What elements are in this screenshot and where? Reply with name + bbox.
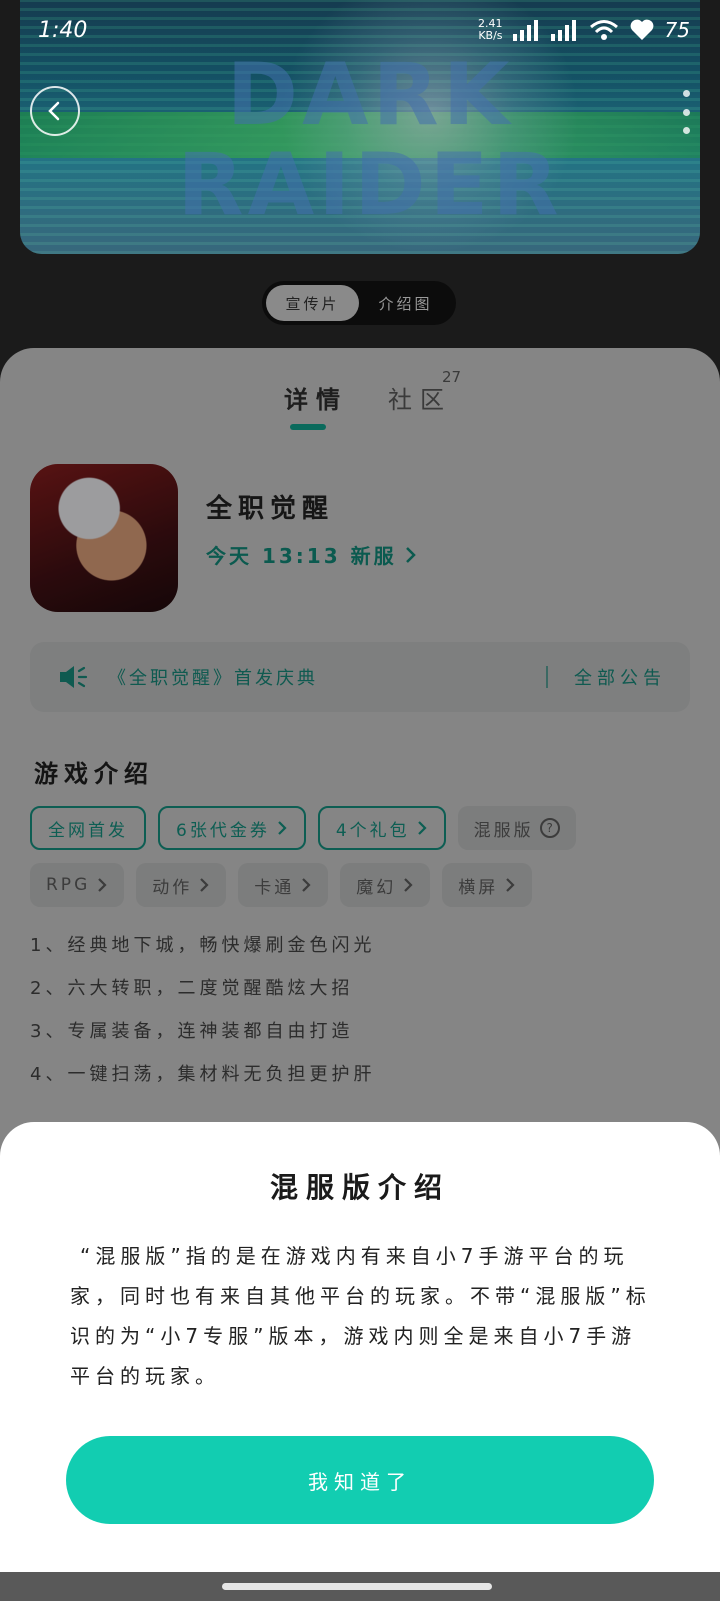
game-title: 全职觉醒: [206, 494, 335, 524]
sheet-description: “混服版”指的是在游戏内有来自小7手游平台的玩家，同时也有来自其他平台的玩家。不…: [70, 1244, 651, 1388]
game-icon: [30, 464, 178, 612]
chevron-right-icon: [506, 878, 515, 892]
speaker-icon: [60, 666, 88, 688]
announcement-text: 《全职觉醒》首发庆典: [108, 668, 318, 689]
list-item: 3、专属装备，连神装都自由打造: [30, 1021, 354, 1042]
wifi-icon: [589, 20, 618, 40]
dot-icon: [682, 90, 690, 97]
back-button[interactable]: [30, 86, 80, 136]
announcement-bar[interactable]: 《全职觉醒》首发庆典 全部公告: [30, 642, 690, 712]
media-toggle: 宣传片 介绍图: [262, 281, 456, 325]
community-count-badge: 27: [442, 368, 462, 386]
chevron-left-icon: [48, 101, 60, 121]
dot-icon: [682, 127, 690, 134]
dot-icon: [682, 108, 690, 116]
status-time: 1:40: [38, 17, 88, 43]
tag-mixed-server[interactable]: 混服版 ?: [457, 806, 576, 850]
chevron-right-icon: [417, 821, 427, 835]
heart-battery-icon: [630, 19, 653, 40]
new-server-text: 今天 13:13 新服: [206, 544, 397, 568]
tag-action[interactable]: 动作: [136, 863, 227, 907]
new-server-link[interactable]: 今天 13:13 新服: [206, 540, 417, 569]
feature-list: 1、经典地下城，畅快爆刷金色闪光 2、六大转职，二度觉醒酷炫大招 3、专属装备，…: [30, 924, 375, 1096]
genre-tag-row: RPG 动作 卡通 魔幻 横屏: [30, 863, 533, 907]
feature-tag-row: 全网首发 6张代金券 4个礼包 混服版 ?: [30, 806, 576, 850]
home-indicator[interactable]: [222, 1583, 492, 1590]
tag-landscape[interactable]: 横屏: [442, 863, 533, 907]
mixed-server-sheet: 混服版介绍 “混服版”指的是在游戏内有来自小7手游平台的玩家，同时也有来自其他平…: [0, 1122, 720, 1572]
got-it-button[interactable]: 我知道了: [66, 1436, 654, 1524]
tag-rpg[interactable]: RPG: [30, 863, 125, 907]
chevron-right-icon: [278, 821, 287, 835]
tag-vouchers[interactable]: 6张代金券: [158, 806, 306, 850]
status-icons: 2.41 KB/s 75: [478, 18, 690, 43]
network-speed: 2.41 KB/s: [478, 18, 503, 42]
chevron-right-icon: [98, 878, 107, 892]
tab-bar: 详情 社区 27: [0, 368, 720, 434]
battery-level: 75: [664, 18, 690, 42]
tab-active-indicator: [290, 424, 326, 430]
list-item: 1、经典地下城，畅快爆刷金色闪光: [30, 935, 376, 956]
chevron-right-icon: [404, 878, 413, 892]
tag-gift-packs[interactable]: 4个礼包: [317, 806, 446, 850]
chevron-right-icon: [405, 546, 416, 563]
network-speed-unit: KB/s: [478, 29, 503, 42]
intro-section-title: 游戏介绍: [34, 760, 154, 788]
sheet-title: 混服版介绍: [269, 1171, 450, 1204]
more-options-button[interactable]: [676, 90, 696, 134]
list-item: 4、一键扫荡，集材料无负担更护肝: [30, 1064, 376, 1085]
signal-icon-2: [550, 20, 576, 41]
chevron-right-icon: [302, 878, 311, 892]
toggle-video[interactable]: 宣传片: [266, 285, 359, 321]
tag-fantasy[interactable]: 魔幻: [340, 863, 431, 907]
list-item: 2、六大转职，二度觉醒酷炫大招: [30, 978, 354, 999]
tag-first-release[interactable]: 全网首发: [30, 806, 146, 850]
tab-details[interactable]: 详情: [284, 380, 348, 415]
toggle-images[interactable]: 介绍图: [359, 285, 452, 321]
tag-cartoon[interactable]: 卡通: [238, 863, 329, 907]
signal-icon: [512, 20, 538, 41]
status-bar: 1:40 2.41 KB/s 75: [0, 0, 720, 60]
chevron-right-icon: [200, 878, 209, 892]
all-announcements-link[interactable]: 全部公告: [574, 664, 666, 690]
help-icon: ?: [539, 818, 560, 838]
announcement-divider: [546, 666, 548, 688]
